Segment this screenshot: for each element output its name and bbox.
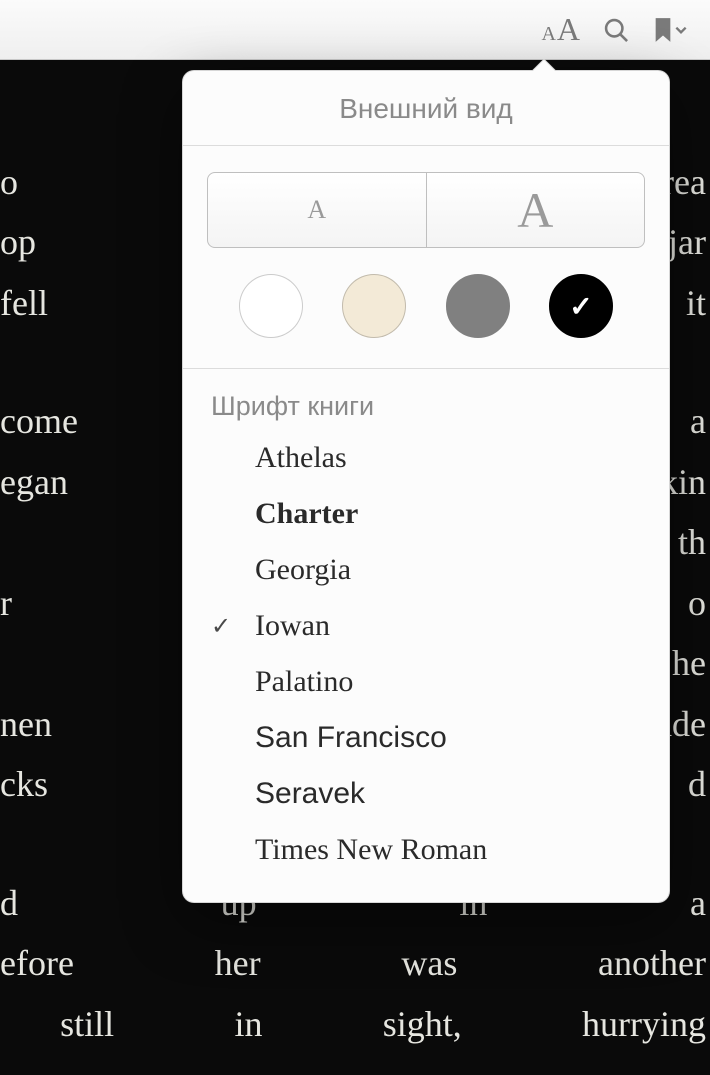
font-option[interactable]: Palatino — [183, 654, 669, 710]
font-option[interactable]: Georgia — [183, 542, 669, 598]
font-option-label: San Francisco — [255, 721, 447, 755]
theme-white-swatch[interactable] — [239, 274, 303, 338]
theme-row: ✓ — [183, 248, 669, 368]
font-section-label: Шрифт книги — [183, 369, 669, 430]
font-option-label: Seravek — [255, 777, 365, 811]
font-option[interactable]: Athelas — [183, 430, 669, 486]
bookmark-dropdown[interactable] — [652, 16, 688, 44]
theme-gray-swatch[interactable] — [446, 274, 510, 338]
search-icon[interactable] — [602, 16, 630, 44]
font-option-label: Athelas — [255, 441, 347, 475]
font-list: AthelasCharterGeorgia✓IowanPalatinoSan F… — [183, 430, 669, 902]
popover-title: Внешний вид — [183, 71, 669, 145]
check-icon: ✓ — [211, 612, 255, 641]
check-icon: ✓ — [569, 290, 592, 323]
theme-sepia-swatch[interactable] — [342, 274, 406, 338]
theme-black-swatch[interactable]: ✓ — [549, 274, 613, 338]
appearance-popover: Внешний вид A A ✓ Шрифт книги Athelas Cha… — [182, 70, 670, 903]
divider — [183, 145, 669, 146]
font-size-segmented: A A — [207, 172, 645, 248]
font-option[interactable]: Times New Roman — [183, 822, 669, 878]
font-option-label: Georgia — [255, 553, 351, 587]
bookmark-icon — [652, 16, 674, 44]
font-option-label: Palatino — [255, 665, 353, 699]
popover-arrow — [529, 57, 557, 71]
increase-font-button[interactable]: A — [427, 173, 645, 247]
decrease-font-button[interactable]: A — [208, 173, 427, 247]
font-option[interactable]: Charter — [183, 486, 669, 542]
chevron-down-icon — [674, 23, 688, 37]
font-option-label: Charter — [255, 497, 358, 531]
font-size-icon[interactable]: AA — [541, 11, 580, 48]
font-option[interactable]: ✓Iowan — [183, 598, 669, 654]
font-option[interactable]: Seravek — [183, 766, 669, 822]
font-option[interactable]: San Francisco — [183, 710, 669, 766]
toolbar: AA — [0, 0, 710, 60]
font-option-label: Times New Roman — [255, 833, 487, 867]
font-option-label: Iowan — [255, 609, 330, 643]
